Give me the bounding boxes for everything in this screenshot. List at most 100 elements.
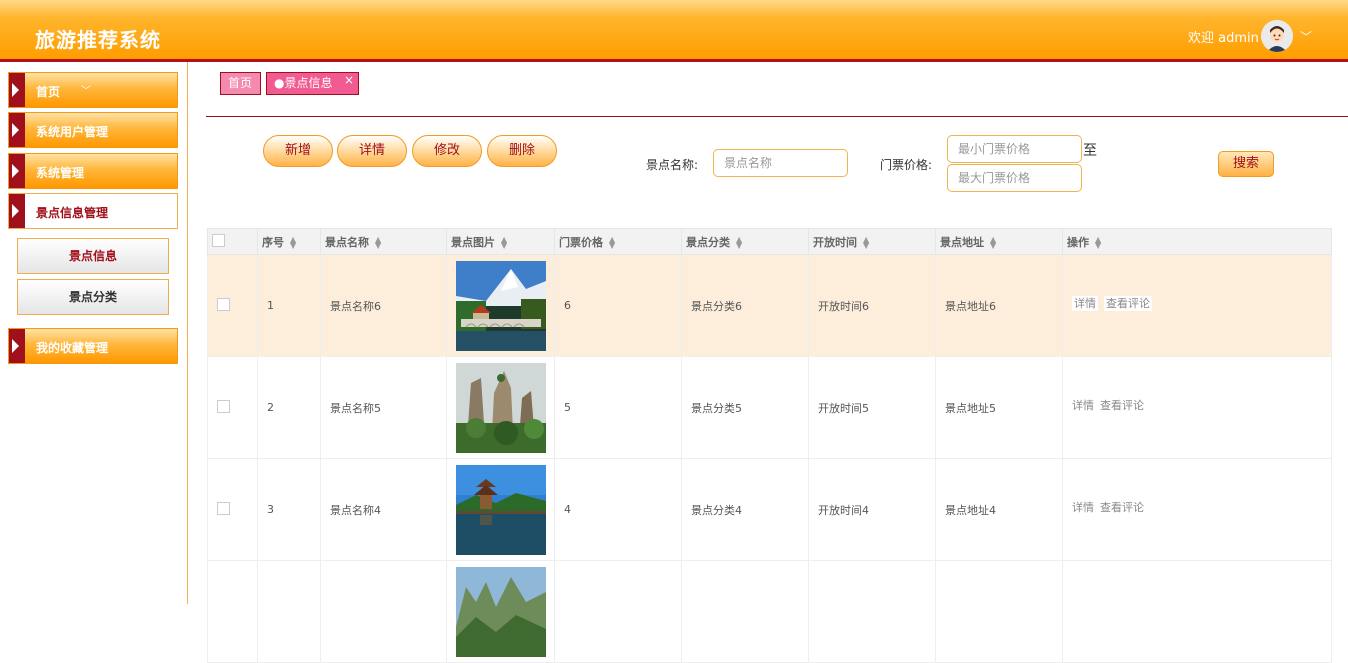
cell-price: 5 bbox=[554, 356, 682, 459]
sort-icon[interactable]: ▲ ▼ bbox=[1095, 235, 1101, 249]
caret-right-icon bbox=[9, 154, 25, 188]
row-checkbox[interactable] bbox=[217, 399, 230, 413]
cell-open-time: 开放时间5 bbox=[808, 356, 936, 459]
column-header[interactable]: 门票价格 ▲ ▼ bbox=[554, 228, 682, 255]
column-title: 操作 bbox=[1067, 235, 1089, 249]
cell-category: 景点分类4 bbox=[681, 458, 809, 561]
sidebar-item-label: 系统用户管理 bbox=[36, 125, 109, 139]
price-search-label: 门票价格: bbox=[880, 158, 933, 172]
cell-image bbox=[446, 458, 555, 561]
column-header[interactable]: 景点分类 ▲ ▼ bbox=[681, 228, 809, 255]
sort-icon[interactable]: ▲ ▼ bbox=[290, 235, 296, 249]
sort-icon[interactable]: ▲ ▼ bbox=[990, 235, 996, 249]
column-title: 景点图片 bbox=[451, 235, 495, 249]
cell-image bbox=[446, 356, 555, 459]
cell-image bbox=[446, 560, 555, 663]
cell-price: 4 bbox=[554, 458, 682, 561]
attraction-image[interactable] bbox=[456, 566, 546, 657]
attraction-image[interactable] bbox=[456, 260, 546, 351]
cell-address: 景点地址6 bbox=[935, 254, 1063, 357]
sort-icon[interactable]: ▲ ▼ bbox=[375, 235, 381, 249]
sidebar-item-user-management[interactable]: 系统用户管理 bbox=[8, 112, 178, 148]
welcome-text[interactable]: 欢迎 admin bbox=[1188, 27, 1259, 46]
sort-icon[interactable]: ▲ ▼ bbox=[609, 235, 615, 249]
column-title: 景点分类 bbox=[686, 235, 730, 249]
caret-right-icon bbox=[9, 194, 25, 228]
table-header-row: 序号 ▲ ▼ 景点名称 ▲ ▼ 景点图片 ▲ ▼ 门票价格 ▲ ▼ 景点分类 ▲ ▼ 开放时间 ▲ ▼ … bbox=[207, 228, 1332, 255]
detail-link[interactable]: 详情 bbox=[1072, 501, 1094, 514]
attraction-table: 序号 ▲ ▼ 景点名称 ▲ ▼ 景点图片 ▲ ▼ 门票价格 ▲ ▼ 景点分类 ▲ ▼ 开放时间 ▲ ▼ … bbox=[207, 228, 1332, 663]
column-header[interactable]: 景点图片 ▲ ▼ bbox=[446, 228, 555, 255]
name-search-input[interactable]: 景点名称 bbox=[713, 149, 848, 177]
view-comments-link[interactable]: 查看评论 bbox=[1104, 296, 1152, 311]
view-comments-link[interactable]: 查看评论 bbox=[1100, 399, 1144, 412]
sort-icon[interactable]: ▲ ▼ bbox=[736, 235, 742, 249]
submenu-item-attraction-category[interactable]: 景点分类 bbox=[17, 279, 169, 315]
user-avatar[interactable] bbox=[1261, 20, 1293, 52]
sidebar-item-label: 首页 bbox=[36, 85, 61, 99]
cell-open-time: 开放时间6 bbox=[808, 254, 936, 357]
detail-link[interactable]: 详情 bbox=[1072, 296, 1098, 311]
sort-icon[interactable]: ▲ ▼ bbox=[863, 235, 869, 249]
min-price-input[interactable]: 最小门票价格 bbox=[947, 135, 1082, 163]
cell-name: 景点名称6 bbox=[320, 254, 447, 357]
cell-open-time: 开放时间4 bbox=[808, 458, 936, 561]
view-comments-link[interactable]: 查看评论 bbox=[1100, 501, 1144, 514]
table-row[interactable] bbox=[207, 560, 1332, 663]
detail-button[interactable]: 详情 bbox=[337, 135, 407, 167]
sidebar: 首页 ﹀ 系统用户管理 系统管理 景点信息管理 景点信息 景点分类 我的收藏管理 bbox=[0, 62, 188, 604]
detail-link[interactable]: 详情 bbox=[1072, 399, 1094, 412]
tab-attraction-info[interactable]: ●景点信息 × bbox=[266, 72, 359, 95]
caret-right-icon bbox=[9, 73, 25, 107]
delete-button[interactable]: 删除 bbox=[487, 135, 557, 167]
column-title: 开放时间 bbox=[813, 235, 857, 249]
top-header: 旅游推荐系统 欢迎 admin ﹀ bbox=[0, 0, 1348, 62]
column-header[interactable]: 景点名称 ▲ ▼ bbox=[320, 228, 447, 255]
cell-address: 景点地址5 bbox=[935, 356, 1063, 459]
sidebar-item-system-management[interactable]: 系统管理 bbox=[8, 153, 178, 189]
tab-divider bbox=[206, 116, 1348, 117]
sidebar-item-favorites[interactable]: 我的收藏管理 bbox=[8, 328, 178, 364]
sort-icon[interactable]: ▲ ▼ bbox=[501, 235, 507, 249]
chevron-down-icon: ﹀ bbox=[81, 86, 91, 97]
select-all-header bbox=[207, 228, 258, 255]
cell-name: 景点名称5 bbox=[320, 356, 447, 459]
attraction-image[interactable] bbox=[456, 464, 546, 555]
name-search-label: 景点名称: bbox=[646, 158, 699, 172]
sidebar-item-label: 系统管理 bbox=[36, 166, 85, 180]
table-row[interactable]: 2 景点名称5 5 景点分类5 开放时间5 景点地址5 详情 查看评论 bbox=[207, 356, 1332, 459]
cell-category: 景点分类6 bbox=[681, 254, 809, 357]
column-header[interactable]: 开放时间 ▲ ▼ bbox=[808, 228, 936, 255]
column-header[interactable]: 序号 ▲ ▼ bbox=[257, 228, 321, 255]
max-price-input[interactable]: 最大门票价格 bbox=[947, 164, 1082, 192]
submenu: 景点信息 景点分类 bbox=[8, 229, 178, 323]
edit-button[interactable]: 修改 bbox=[412, 135, 482, 167]
cell-index: 1 bbox=[257, 254, 321, 357]
cell-index: 3 bbox=[257, 458, 321, 561]
submenu-item-attraction-info[interactable]: 景点信息 bbox=[17, 238, 169, 274]
table-row[interactable]: 3 景点名称4 4 景点分类4 开放时间4 景点地址4 详情 查看评论 bbox=[207, 458, 1332, 561]
tab-label: ●景点信息 bbox=[274, 76, 333, 90]
sidebar-item-attraction-management[interactable]: 景点信息管理 bbox=[8, 193, 178, 229]
column-header[interactable]: 景点地址 ▲ ▼ bbox=[935, 228, 1063, 255]
tab-home[interactable]: 首页 bbox=[220, 72, 261, 95]
attraction-image[interactable] bbox=[456, 362, 546, 453]
table-row[interactable]: 1 景点名称6 6 景点分类6 开放时间6 景点地址6 详情 查看评论 bbox=[207, 254, 1332, 357]
cell-actions: 详情 查看评论 bbox=[1062, 356, 1332, 459]
row-checkbox[interactable] bbox=[217, 501, 230, 515]
cell-price: 6 bbox=[554, 254, 682, 357]
close-icon[interactable]: × bbox=[344, 70, 354, 91]
row-checkbox[interactable] bbox=[217, 297, 230, 311]
cell-actions: 详情 查看评论 bbox=[1062, 458, 1332, 561]
caret-right-icon bbox=[9, 113, 25, 147]
cell-index: 2 bbox=[257, 356, 321, 459]
cell-name: 景点名称4 bbox=[320, 458, 447, 561]
column-header[interactable]: 操作 ▲ ▼ bbox=[1062, 228, 1332, 255]
select-all-checkbox[interactable] bbox=[212, 233, 225, 247]
add-button[interactable]: 新增 bbox=[263, 135, 333, 167]
column-title: 序号 bbox=[262, 235, 284, 249]
search-button[interactable]: 搜索 bbox=[1218, 151, 1274, 177]
sidebar-item-home[interactable]: 首页 ﹀ bbox=[8, 72, 178, 108]
chevron-down-icon[interactable]: ﹀ bbox=[1300, 28, 1312, 45]
sidebar-item-label: 景点信息管理 bbox=[36, 206, 109, 220]
